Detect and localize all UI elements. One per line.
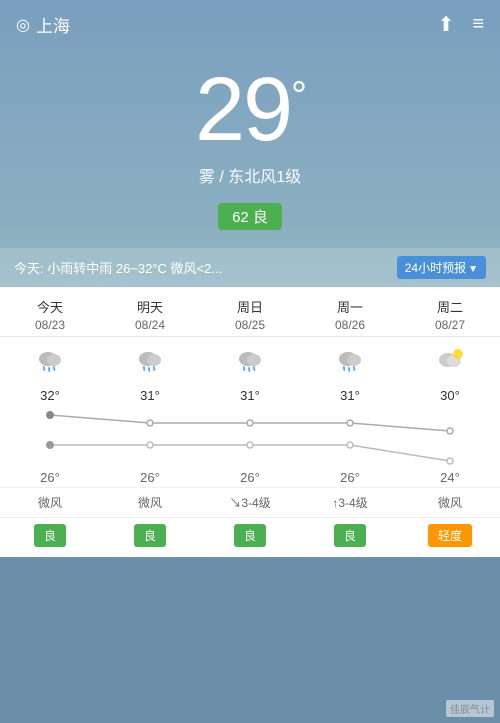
- days-header-row: 今天 08/23 明天 08/24 周日 08/25 周一 08/26 周二 0…: [0, 287, 500, 337]
- high-dot-3: [347, 420, 353, 426]
- aqi-col-0: 良: [0, 524, 100, 547]
- aqi-col-1: 良: [100, 524, 200, 547]
- low-temp-0: 26°: [0, 470, 100, 485]
- watermark: 佳辰气计: [446, 700, 494, 717]
- weather-icon-1: [100, 347, 200, 382]
- low-dot-1: [147, 442, 153, 448]
- share-icon[interactable]: ⬆: [438, 12, 455, 37]
- weather-description: 雾 / 东北风1级: [0, 163, 500, 187]
- day-name-3: 周一: [300, 297, 400, 316]
- aqi-tag-4: 轻度: [428, 524, 472, 547]
- weather-icon-0: [0, 347, 100, 382]
- location-section: ◎ 上海: [16, 12, 70, 37]
- day-date-4: 08/27: [400, 318, 500, 332]
- aqi-col-4: 轻度: [400, 524, 500, 547]
- header-bar: ◎ 上海 ⬆ ≡: [0, 0, 500, 45]
- wind-3: ↑3-4级: [300, 494, 400, 511]
- high-dot-4: [447, 428, 453, 434]
- low-temps-row: 26° 26° 26° 26° 24°: [0, 468, 500, 487]
- weekly-forecast-card: 今天 08/23 明天 08/24 周日 08/25 周一 08/26 周二 0…: [0, 287, 500, 557]
- day-col-0: 今天 08/23: [0, 297, 100, 332]
- aqi-tag-3: 良: [334, 524, 366, 547]
- day-name-0: 今天: [0, 297, 100, 316]
- temperature-line-chart: [0, 403, 500, 468]
- high-temp-2: 31°: [200, 388, 300, 403]
- weather-icon-3: [300, 347, 400, 382]
- high-temps-row: 32° 31° 31° 31° 30°: [0, 386, 500, 403]
- cloud-rain-icon-2: [234, 347, 266, 375]
- cloud-rain-icon-1: [134, 347, 166, 375]
- today-notice-text: 今天: 小雨转中雨 26~32°C 微风<2...: [14, 258, 391, 277]
- today-low-dot: [47, 442, 54, 449]
- today-high-dot: [47, 412, 54, 419]
- day-col-4: 周二 08/27: [400, 297, 500, 332]
- high-temp-0: 32°: [0, 388, 100, 403]
- low-dot-2: [247, 442, 253, 448]
- high-temp-3: 31°: [300, 388, 400, 403]
- low-temp-2: 26°: [200, 470, 300, 485]
- weather-app: ◎ 上海 ⬆ ≡ 29° 雾 / 东北风1级 62 良 今天: 小雨转中雨 26…: [0, 0, 500, 557]
- aqi-col-3: 良: [300, 524, 400, 547]
- chart-svg-wrapper: [0, 403, 500, 468]
- main-temperature-section: 29° 雾 / 东北风1级 62 良: [0, 45, 500, 240]
- temperature-chart: 32° 31° 31° 31° 30°: [0, 386, 500, 487]
- high-dot-2: [247, 420, 253, 426]
- weather-icon-4: [400, 347, 500, 382]
- high-temp-1: 31°: [100, 388, 200, 403]
- wind-row: 微风 微风 ↘3-4级 ↑3-4级 微风: [0, 487, 500, 517]
- menu-icon[interactable]: ≡: [472, 13, 484, 36]
- header-actions: ⬆ ≡: [438, 12, 484, 37]
- cloud-rain-icon-0: [34, 347, 66, 375]
- low-temp-1: 26°: [100, 470, 200, 485]
- day-date-3: 08/26: [300, 318, 400, 332]
- temperature-value: 29°: [0, 65, 500, 155]
- aqi-tag-2: 良: [234, 524, 266, 547]
- aqi-row: 良 良 良 良 轻度: [0, 517, 500, 557]
- day-date-2: 08/25: [200, 318, 300, 332]
- low-temp-3: 26°: [300, 470, 400, 485]
- day-col-3: 周一 08/26: [300, 297, 400, 332]
- aqi-tag-1: 良: [134, 524, 166, 547]
- location-name: 上海: [36, 12, 70, 37]
- wind-1: 微风: [100, 494, 200, 511]
- day-date-1: 08/24: [100, 318, 200, 332]
- aqi-badge: 62 良: [218, 203, 282, 230]
- weather-icons-row: [0, 337, 500, 386]
- cloud-sun-icon-4: [434, 347, 466, 375]
- cloud-rain-icon-3: [334, 347, 366, 375]
- aqi-tag-0: 良: [34, 524, 66, 547]
- today-notice-bar: 今天: 小雨转中雨 26~32°C 微风<2... 24小时预报▼: [0, 248, 500, 287]
- high-temp-4: 30°: [400, 388, 500, 403]
- wind-0: 微风: [0, 494, 100, 511]
- day-col-1: 明天 08/24: [100, 297, 200, 332]
- day-name-2: 周日: [200, 297, 300, 316]
- low-temp-4: 24°: [400, 470, 500, 485]
- low-dot-4: [447, 458, 453, 464]
- wind-2: ↘3-4级: [200, 494, 300, 511]
- day-name-1: 明天: [100, 297, 200, 316]
- forecast-24h-button[interactable]: 24小时预报▼: [397, 256, 486, 279]
- wind-4: 微风: [400, 494, 500, 511]
- day-date-0: 08/23: [0, 318, 100, 332]
- low-dot-3: [347, 442, 353, 448]
- aqi-col-2: 良: [200, 524, 300, 547]
- location-pin-icon: ◎: [16, 15, 30, 35]
- weather-icon-2: [200, 347, 300, 382]
- day-col-2: 周日 08/25: [200, 297, 300, 332]
- high-dot-1: [147, 420, 153, 426]
- day-name-4: 周二: [400, 297, 500, 316]
